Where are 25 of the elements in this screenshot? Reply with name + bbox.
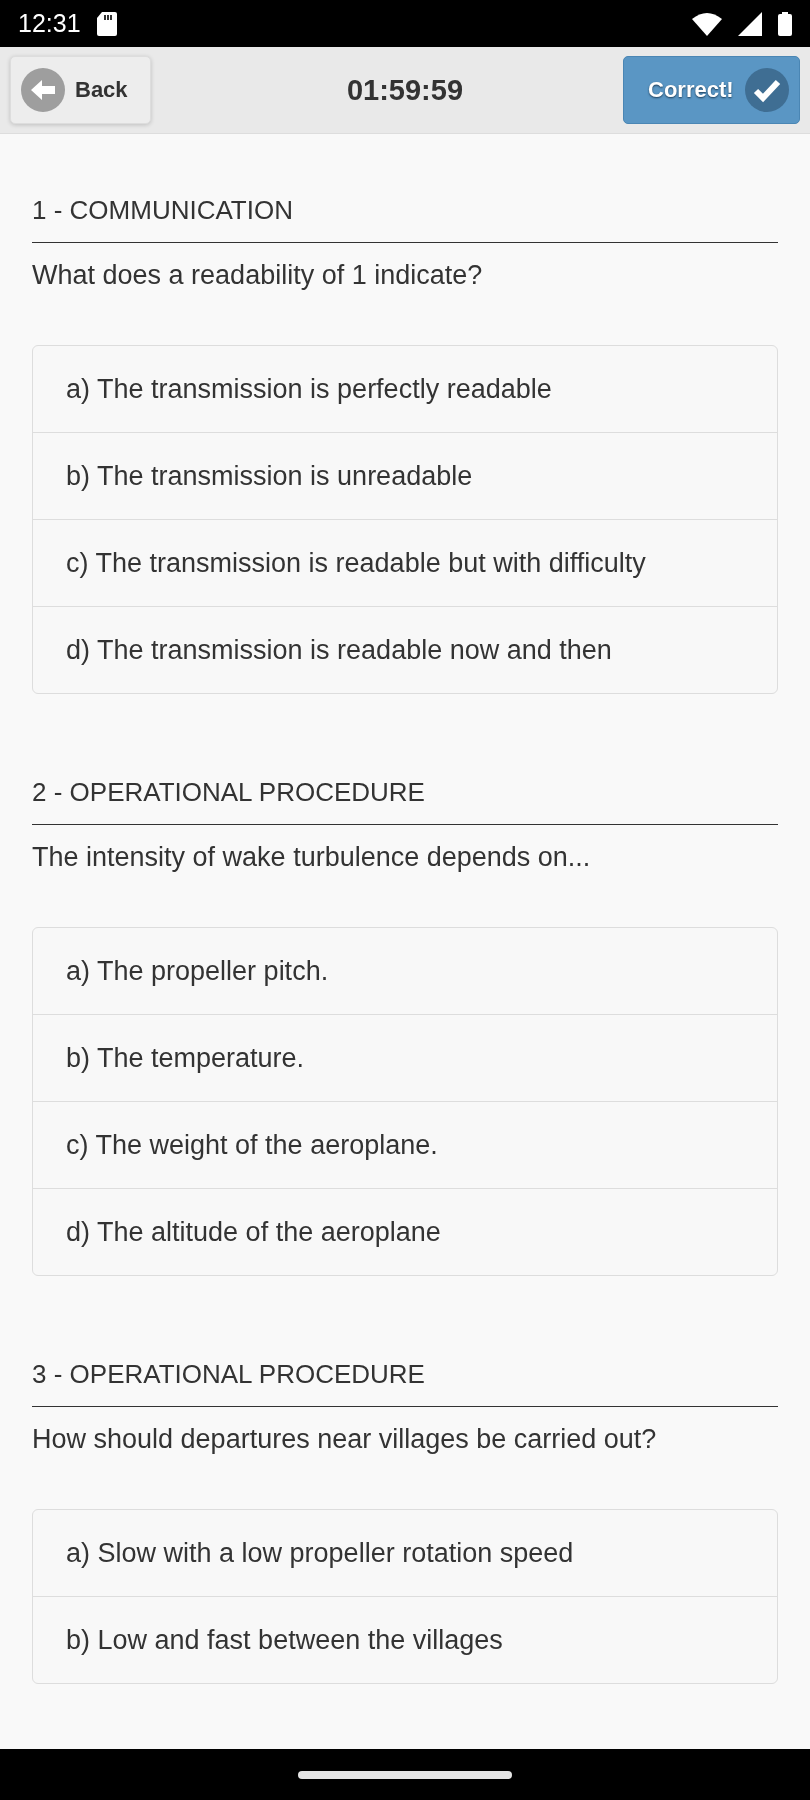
- answer-option[interactable]: b) The temperature.: [33, 1014, 777, 1101]
- battery-icon: [778, 11, 792, 36]
- checkmark-icon: [745, 68, 789, 112]
- answer-option[interactable]: a) The transmission is perfectly readable: [33, 346, 777, 432]
- answer-option[interactable]: b) Low and fast between the villages: [33, 1596, 777, 1683]
- answer-option[interactable]: a) The propeller pitch.: [33, 928, 777, 1014]
- category-heading: 1 - COMMUNICATION: [32, 193, 778, 243]
- wifi-icon: [692, 11, 722, 36]
- category-heading: 2 - OPERATIONAL PROCEDURE: [32, 775, 778, 825]
- question-text: How should departures near villages be carried out?: [32, 1423, 658, 1456]
- status-time: 12:31: [18, 9, 81, 38]
- answer-option[interactable]: c) The transmission is readable but with difficulty: [33, 519, 777, 606]
- countdown-timer: 01:59:59: [346, 73, 464, 106]
- answer-option[interactable]: b) The transmission is unreadable: [33, 432, 777, 519]
- signal-icon: [738, 11, 762, 36]
- category-heading: 3 - OPERATIONAL PROCEDURE: [32, 1357, 778, 1407]
- answer-option[interactable]: a) Slow with a low propeller rotation speed: [33, 1510, 777, 1596]
- question-text: What does a readability of 1 indicate?: [32, 259, 484, 292]
- answer-option[interactable]: d) The altitude of the aeroplane: [33, 1188, 777, 1275]
- sd-card-icon: [96, 11, 117, 36]
- answer-option[interactable]: d) The transmission is readable now and then: [33, 606, 777, 693]
- home-handle[interactable]: [298, 1770, 512, 1779]
- back-button[interactable]: Back: [10, 56, 151, 124]
- question-text: The intensity of wake turbulence depends on...: [32, 841, 592, 874]
- answer-option[interactable]: c) The weight of the aeroplane.: [33, 1101, 777, 1188]
